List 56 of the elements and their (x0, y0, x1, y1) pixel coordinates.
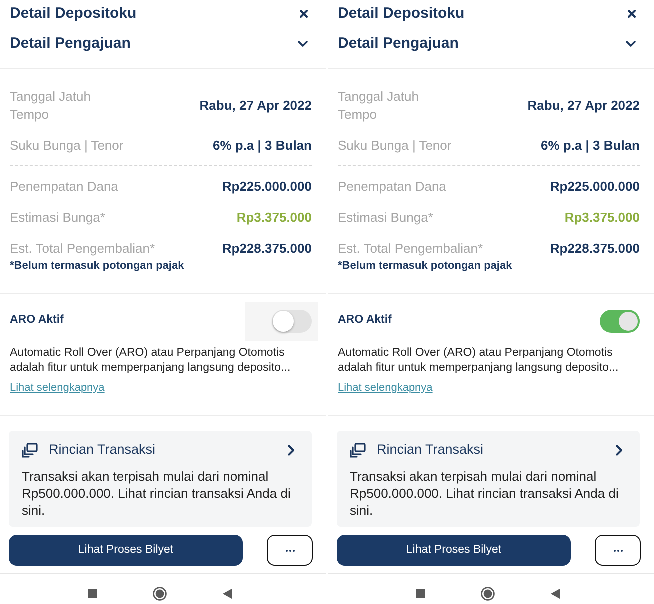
aro-label: ARO Aktif (338, 313, 392, 328)
detail-value: Rp225.000.000 (222, 178, 312, 196)
transaction-card[interactable]: Rincian Transaksi Transaksi akan terpisah mulai dari nominal Rp500.000.000. Lihat rincian transaksi Anda di sini. (337, 431, 640, 527)
card-title: Rincian Transaksi (49, 440, 156, 459)
detail-value: Rp228.375.000 (550, 240, 640, 258)
detail-label: Estimasi Bunga* (10, 209, 106, 227)
aro-toggle[interactable] (600, 310, 640, 332)
aro-description: Automatic Roll Over (ARO) atau Perpanjang Otomotis adalah fitur untuk memperpanjang langsung deposito... (338, 346, 620, 376)
detail-value: Rabu, 27 Apr 2022 (528, 97, 640, 115)
detail-label: Penempatan Dana (338, 178, 446, 196)
more-button[interactable] (595, 535, 641, 566)
chevron-down-icon[interactable] (298, 41, 308, 47)
detail-label: Suku Bunga | Tenor (10, 137, 125, 155)
card-title: Rincian Transaksi (377, 440, 484, 459)
sheet-title: Detail Depositoku (10, 4, 137, 24)
view-process-button[interactable]: Lihat Proses Bilyet (337, 535, 571, 566)
detail-value: Rp228.375.000 (222, 240, 312, 258)
back-icon[interactable] (551, 588, 560, 598)
card-text: Transaksi akan terpisah mulai dari nominal Rp500.000.000. Lihat rincian transaksi Anda di sini. (350, 468, 620, 519)
detail-value: Rp3.375.000 (564, 209, 640, 227)
detail-value: 6% p.a | 3 Bulan (213, 137, 312, 155)
stacked-windows-icon (350, 442, 366, 458)
transaction-card[interactable]: Rincian Transaksi Transaksi akan terpisah mulai dari nominal Rp500.000.000. Lihat rincian transaksi Anda di sini. (9, 431, 312, 527)
tax-note: *Belum termasuk potongan pajak (10, 259, 184, 273)
close-icon[interactable] (628, 10, 636, 18)
read-more-link[interactable]: Lihat selengkapnya (10, 381, 105, 396)
more-button[interactable] (267, 535, 313, 566)
detail-label: Est. Total Pengembalian* (338, 240, 484, 258)
chevron-right-icon[interactable] (288, 444, 295, 456)
sheet-title: Detail Depositoku (338, 4, 465, 24)
chevron-right-icon[interactable] (616, 444, 623, 456)
back-icon[interactable] (223, 588, 232, 598)
detail-label: Suku Bunga | Tenor (338, 137, 453, 155)
stacked-windows-icon (22, 442, 38, 458)
aro-toggle[interactable] (272, 310, 312, 332)
tax-note: *Belum termasuk potongan pajak (338, 259, 512, 273)
close-icon[interactable] (300, 10, 308, 18)
home-icon[interactable] (153, 586, 167, 600)
detail-value: Rp225.000.000 (550, 178, 640, 196)
section-title[interactable]: Detail Pengajuan (10, 32, 131, 56)
card-text: Transaksi akan terpisah mulai dari nominal Rp500.000.000. Lihat rincian transaksi Anda di sini. (22, 468, 292, 519)
view-process-button[interactable]: Lihat Proses Bilyet (9, 535, 243, 566)
detail-label: Penempatan Dana (10, 178, 118, 196)
read-more-link[interactable]: Lihat selengkapnya (338, 381, 433, 396)
detail-value: Rp3.375.000 (236, 209, 312, 227)
detail-label: Est. Total Pengembalian* (10, 240, 156, 258)
detail-label: Estimasi Bunga* (338, 209, 434, 227)
section-title[interactable]: Detail Pengajuan (338, 32, 459, 56)
aro-label: ARO Aktif (10, 313, 64, 328)
detail-value: 6% p.a | 3 Bulan (541, 137, 640, 155)
aro-description: Automatic Roll Over (ARO) atau Perpanjang Otomotis adalah fitur untuk memperpanjang langsung deposito... (10, 346, 292, 376)
detail-value: Rabu, 27 Apr 2022 (200, 97, 312, 115)
chevron-down-icon[interactable] (626, 41, 636, 47)
home-icon[interactable] (481, 586, 495, 600)
detail-label: Tanggal Jatuh Tempo (338, 88, 420, 124)
detail-label: Tanggal Jatuh Tempo (10, 88, 92, 124)
